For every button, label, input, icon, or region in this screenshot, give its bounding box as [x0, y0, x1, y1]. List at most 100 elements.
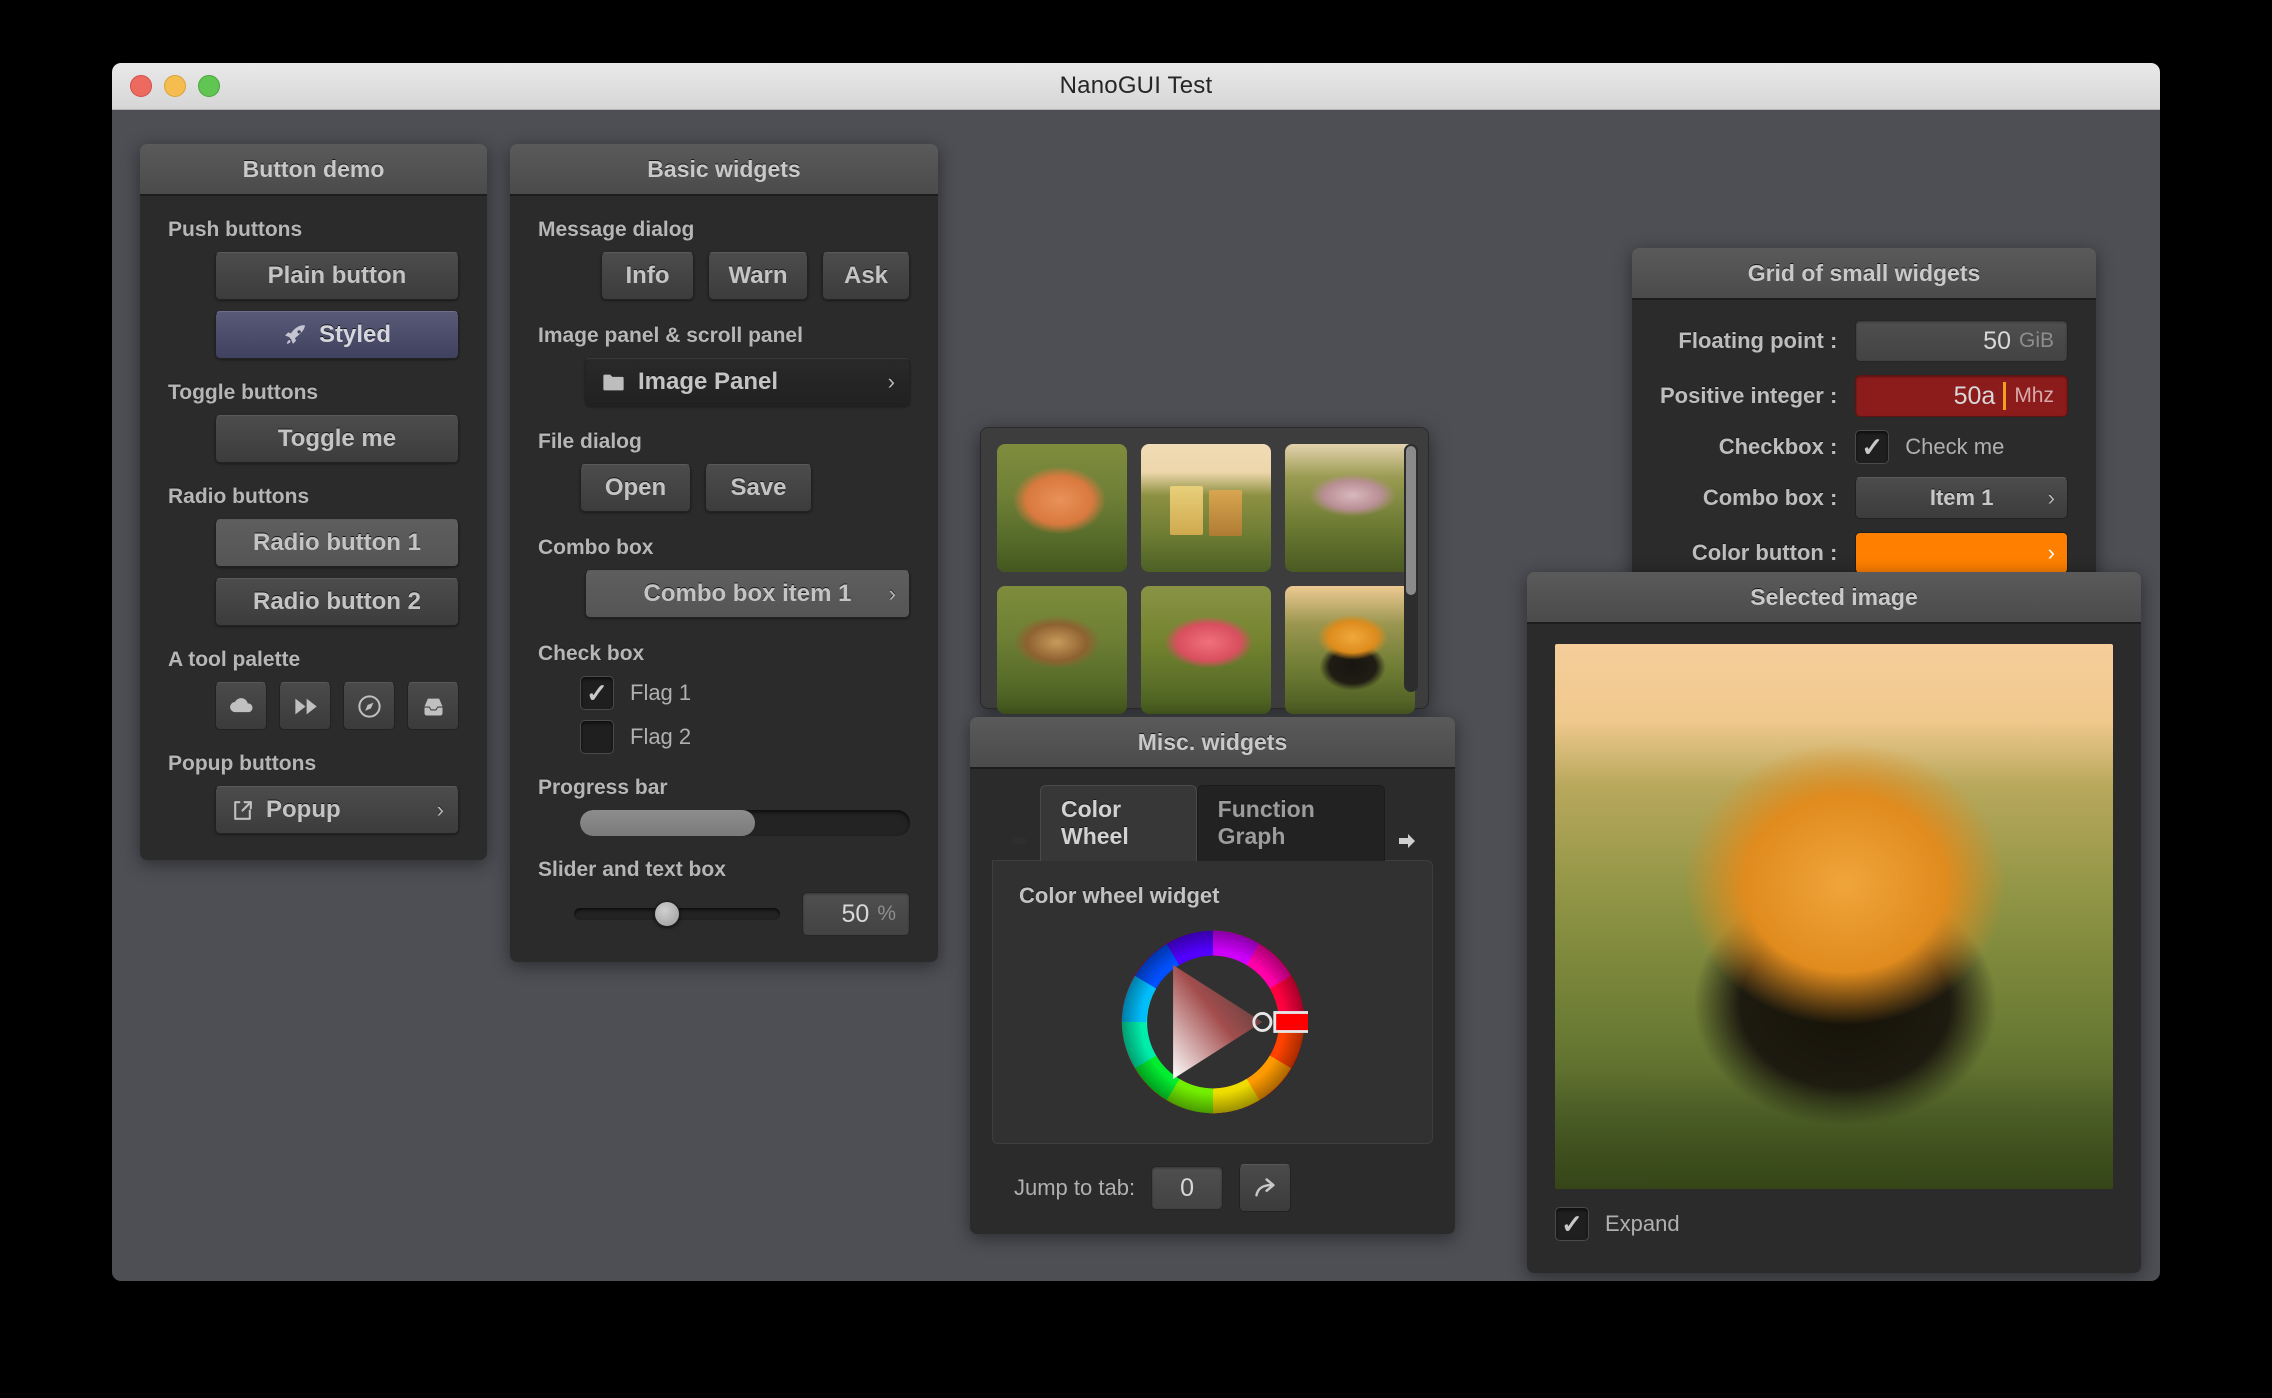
panel-grid-of-small-widgets: Grid of small widgets Floating point : 5…	[1632, 248, 2096, 598]
image-scroll-panel[interactable]	[980, 427, 1429, 709]
label-tool-palette: A tool palette	[168, 648, 459, 672]
thumbnail-sushi-aji-nigiri[interactable]	[1285, 444, 1415, 572]
radio-button-2[interactable]: Radio button 2	[215, 578, 459, 626]
label-radio-buttons: Radio buttons	[168, 485, 459, 509]
jump-to-tab-button[interactable]	[1239, 1164, 1291, 1212]
grid-checkbox-box[interactable]: ✓	[1855, 430, 1889, 464]
fast-forward-icon-button[interactable]	[279, 682, 331, 730]
checkbox-flag-1[interactable]: ✓ Flag 1	[538, 676, 910, 710]
panel-header-grid-widgets[interactable]: Grid of small widgets	[1632, 248, 2096, 300]
popup-button-label: Popup	[266, 796, 341, 824]
floating-point-value: 50	[1983, 327, 2011, 356]
color-wheel-icon[interactable]	[1118, 927, 1308, 1117]
panel-selected-image: Selected image ✓ Expand	[1527, 572, 2141, 1273]
styled-button[interactable]: Styled	[215, 311, 459, 359]
radio-button-1[interactable]: Radio button 1	[215, 519, 459, 567]
ask-button-label: Ask	[844, 262, 888, 290]
scrollbar-thumb[interactable]	[1406, 446, 1416, 595]
minimize-button[interactable]	[164, 75, 186, 97]
panel-misc-widgets: Misc. widgets Color Wheel	[970, 717, 1455, 1234]
ask-button[interactable]: Ask	[822, 252, 910, 300]
thumbnail-grid	[997, 444, 1412, 714]
panel-header-basic-widgets[interactable]: Basic widgets	[510, 144, 938, 196]
inbox-icon-button[interactable]	[407, 682, 459, 730]
radio-button-2-group: Radio button 2	[168, 578, 459, 626]
push-button-group: Plain button	[168, 252, 459, 300]
slider-textbox-value: 50	[842, 900, 870, 929]
panel-button-demo: Button demo Push buttons Plain button	[140, 144, 487, 860]
checkbox-flag-1-label: Flag 1	[630, 680, 691, 706]
jump-to-tab-row: Jump to tab: 0	[992, 1164, 1433, 1212]
panel-header-selected-image[interactable]: Selected image	[1527, 572, 2141, 624]
toggle-button[interactable]: Toggle me	[215, 415, 459, 463]
positive-integer-input[interactable]: 50a Mhz	[1855, 375, 2068, 417]
combo-box[interactable]: Combo box item 1 ›	[585, 570, 910, 618]
thumbnail-sushi-tamago[interactable]	[1141, 444, 1271, 572]
checkbox-flag-2-box[interactable]	[580, 720, 614, 754]
thumbnail-sushi-uni-gunkan[interactable]	[1285, 586, 1415, 714]
jump-to-tab-input[interactable]: 0	[1151, 1166, 1223, 1210]
cloud-icon-button[interactable]	[215, 682, 267, 730]
compass-icon-button[interactable]	[343, 682, 395, 730]
export-icon	[230, 798, 255, 823]
label-push-buttons: Push buttons	[168, 218, 459, 242]
label-combo-box: Combo box :	[1660, 485, 1837, 511]
tab-scroll-right-button[interactable]	[1385, 829, 1429, 861]
image-panel-button[interactable]: Image Panel ›	[585, 358, 910, 406]
grid-checkbox-label: Check me	[1905, 434, 2004, 460]
cloud-icon	[228, 693, 255, 720]
chevron-right-icon: ›	[2048, 485, 2055, 511]
slider-textbox[interactable]: 50 %	[802, 892, 910, 936]
tab-scroll-left-button[interactable]	[996, 829, 1040, 861]
panel-body-selected-image: ✓ Expand	[1527, 624, 2141, 1273]
zoom-button[interactable]	[198, 75, 220, 97]
grid-combo-box[interactable]: Item 1 ›	[1855, 477, 2068, 519]
thumbnail-sushi-otoro-nigiri[interactable]	[1141, 586, 1271, 714]
expand-checkbox-label: Expand	[1605, 1211, 1680, 1237]
panel-title-basic-widgets: Basic widgets	[647, 156, 800, 183]
panel-title-button-demo: Button demo	[243, 156, 385, 183]
toggle-button-group: Toggle me	[168, 415, 459, 463]
slider-textbox-unit: %	[877, 902, 896, 926]
inbox-icon	[420, 693, 447, 720]
label-image-panel: Image panel & scroll panel	[538, 324, 910, 348]
checkbox-flag-1-box[interactable]: ✓	[580, 676, 614, 710]
panel-body-basic-widgets: Message dialog Info Warn Ask Image panel…	[510, 196, 938, 962]
grid-combo-box-value: Item 1	[1930, 485, 1994, 511]
grid-checkbox-row[interactable]: ✓ Check me	[1855, 430, 2068, 464]
color-wheel-heading: Color wheel widget	[1019, 883, 1406, 909]
color-wheel-container[interactable]	[1019, 927, 1406, 1117]
tab-function-graph[interactable]: Function Graph	[1197, 785, 1385, 861]
warn-button-label: Warn	[728, 262, 787, 290]
save-button-label: Save	[730, 474, 786, 502]
floating-point-input[interactable]: 50 GiB	[1855, 320, 2068, 362]
checkbox-flag-2[interactable]: Flag 2	[538, 720, 910, 754]
scrollbar-track[interactable]	[1404, 444, 1418, 692]
thumbnail-sushi-anago-nigiri[interactable]	[997, 586, 1127, 714]
color-button[interactable]: ›	[1855, 532, 2068, 574]
warn-button[interactable]: Warn	[708, 252, 808, 300]
save-button[interactable]: Save	[705, 464, 812, 512]
open-button-label: Open	[605, 474, 666, 502]
thumbnail-sushi-salmon-nigiri[interactable]	[997, 444, 1127, 572]
close-button[interactable]	[130, 75, 152, 97]
label-checkbox: Checkbox :	[1660, 434, 1837, 460]
plain-button[interactable]: Plain button	[215, 252, 459, 300]
expand-checkbox-row[interactable]: ✓ Expand	[1555, 1207, 2113, 1241]
combo-box-group: Combo box item 1 ›	[538, 570, 910, 618]
tab-color-wheel[interactable]: Color Wheel	[1040, 785, 1197, 861]
label-color-button: Color button :	[1660, 540, 1837, 566]
panel-header-misc-widgets[interactable]: Misc. widgets	[970, 717, 1455, 769]
styled-button-label: Styled	[319, 321, 391, 349]
arrow-forward-icon	[1252, 1175, 1279, 1202]
expand-checkbox-box[interactable]: ✓	[1555, 1207, 1589, 1241]
popup-button[interactable]: Popup ›	[215, 786, 459, 834]
jump-to-tab-label: Jump to tab:	[1014, 1175, 1135, 1201]
label-slider: Slider and text box	[538, 858, 910, 882]
panel-title-misc-widgets: Misc. widgets	[1138, 729, 1288, 756]
panel-header-button-demo[interactable]: Button demo	[140, 144, 487, 196]
info-button[interactable]: Info	[601, 252, 694, 300]
slider-knob[interactable]	[654, 901, 680, 927]
open-button[interactable]: Open	[580, 464, 691, 512]
slider[interactable]	[574, 899, 780, 929]
